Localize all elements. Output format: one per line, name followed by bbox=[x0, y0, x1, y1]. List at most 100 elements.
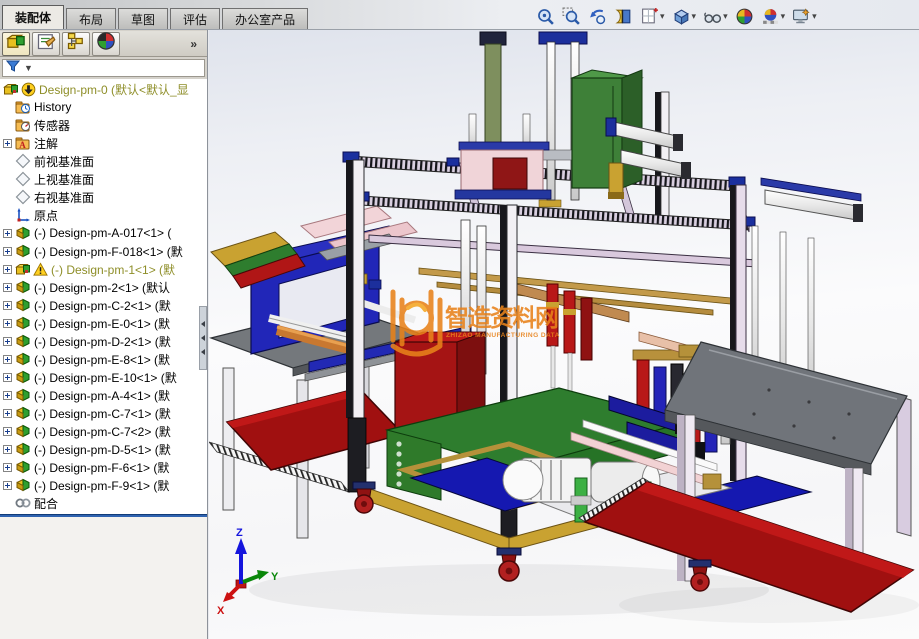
assembly-icon bbox=[3, 81, 19, 97]
tree-item-label: (-) Design-pm-E-10<1> (默 bbox=[34, 369, 177, 386]
tab-assembly[interactable]: 装配体 bbox=[2, 5, 64, 29]
expand-toggle[interactable] bbox=[3, 445, 12, 454]
propertymanager-icon bbox=[36, 31, 56, 56]
tree-row[interactable]: 前视基准面 bbox=[0, 152, 207, 170]
tree-row[interactable]: 右视基准面 bbox=[0, 188, 207, 206]
previous-view-icon bbox=[588, 7, 607, 26]
view-orientation-button[interactable]: ▾ bbox=[638, 5, 667, 27]
watermark-title: 智造资料网 bbox=[445, 304, 558, 332]
left-floor-panel bbox=[209, 388, 403, 492]
tree-row[interactable]: Design-pm-0 (默认<默认_显 bbox=[0, 80, 207, 98]
panel-tab-overflow-chevron[interactable]: » bbox=[190, 37, 197, 51]
expand-toggle[interactable] bbox=[3, 355, 12, 364]
part-icon bbox=[15, 351, 31, 367]
expand-toggle[interactable] bbox=[3, 373, 12, 382]
triad-x-label: X bbox=[217, 605, 225, 617]
expand-toggle[interactable] bbox=[3, 265, 12, 274]
panel-tab-configurationmanager[interactable] bbox=[62, 32, 90, 56]
part-icon bbox=[15, 459, 31, 475]
tree-item-label: (-) Design-pm-C-7<2> (默 bbox=[34, 423, 171, 440]
filter-caret-icon[interactable]: ▼ bbox=[24, 63, 33, 73]
tree-row[interactable]: (-) Design-pm-C-7<2> (默 bbox=[0, 422, 207, 440]
tree-item-label: Design-pm-0 (默认<默认_显 bbox=[39, 81, 189, 98]
tree-row[interactable]: (-) Design-pm-E-0<1> (默 bbox=[0, 314, 207, 332]
tree-row[interactable]: (-) Design-pm-C-7<1> (默 bbox=[0, 404, 207, 422]
tree-row[interactable]: (-) Design-pm-E-10<1> (默 bbox=[0, 368, 207, 386]
panel-lower-area bbox=[0, 517, 207, 639]
display-style-dropdown-caret[interactable]: ▾ bbox=[692, 11, 697, 22]
expand-toggle[interactable] bbox=[3, 481, 12, 490]
part-icon bbox=[15, 423, 31, 439]
view-settings-dropdown-caret[interactable]: ▾ bbox=[812, 11, 817, 22]
expand-toggle[interactable] bbox=[3, 247, 12, 256]
tab-office-products[interactable]: 办公室产品 bbox=[222, 8, 308, 29]
tree-row[interactable]: (-) Design-pm-D-2<1> (默 bbox=[0, 332, 207, 350]
tree-row[interactable]: (-) Design-pm-F-9<1> (默 bbox=[0, 476, 207, 494]
featuremanager-panel: » ▼ Design-pm-0 (默认<默认_显History传感器A注解前视基… bbox=[0, 30, 208, 639]
tree-item-label: (-) Design-pm-F-018<1> (默 bbox=[34, 243, 183, 260]
graphics-viewport[interactable]: 智造资料网 ZHIZAO MANUFACTURING DATA Z Y X bbox=[209, 30, 919, 639]
tab-sketch[interactable]: 草图 bbox=[118, 8, 168, 29]
tree-row[interactable]: History bbox=[0, 98, 207, 116]
tree-item-label: (-) Design-pm-C-7<1> (默 bbox=[34, 405, 171, 422]
part-icon bbox=[15, 315, 31, 331]
tree-row[interactable]: (-) Design-pm-A-017<1> ( bbox=[0, 224, 207, 242]
tab-evaluate[interactable]: 评估 bbox=[170, 8, 220, 29]
heads-up-view-toolbar: ▾ ▾ ▾ ▾ ▾ bbox=[534, 4, 819, 28]
tree-filter-field[interactable]: ▼ bbox=[2, 59, 205, 77]
tree-row[interactable]: (-) Design-pm-D-5<1> (默 bbox=[0, 440, 207, 458]
expand-toggle[interactable] bbox=[3, 391, 12, 400]
display-style-button[interactable]: ▾ bbox=[670, 5, 699, 27]
panel-tab-appearances-manager[interactable] bbox=[92, 32, 120, 56]
panel-tab-featuremanager-tree[interactable] bbox=[2, 32, 30, 56]
sensors-icon bbox=[15, 117, 31, 133]
watermark-subtitle: ZHIZAO MANUFACTURING DATA bbox=[446, 332, 560, 339]
tree-row[interactable]: (-) Design-pm-F-6<1> (默 bbox=[0, 458, 207, 476]
tree-item-label: (-) Design-pm-E-0<1> (默 bbox=[34, 315, 170, 332]
view-orientation-dropdown-caret[interactable]: ▾ bbox=[660, 11, 665, 22]
expand-toggle[interactable] bbox=[3, 301, 12, 310]
tree-row[interactable]: (-) Design-pm-A-4<1> (默 bbox=[0, 386, 207, 404]
tree-row[interactable]: 传感器 bbox=[0, 116, 207, 134]
hide-show-items-icon bbox=[703, 7, 722, 26]
display-style-icon bbox=[672, 7, 691, 26]
expand-toggle[interactable] bbox=[3, 139, 12, 148]
part-icon bbox=[15, 225, 31, 241]
view-settings-button[interactable]: ▾ bbox=[790, 5, 819, 27]
previous-view-button[interactable] bbox=[586, 5, 609, 27]
tree-row[interactable]: 上视基准面 bbox=[0, 170, 207, 188]
tree-item-label: 原点 bbox=[34, 207, 58, 224]
hide-show-items-dropdown-caret[interactable]: ▾ bbox=[723, 11, 728, 22]
tree-item-label: (-) Design-pm-F-6<1> (默 bbox=[34, 459, 169, 476]
tree-row[interactable]: 原点 bbox=[0, 206, 207, 224]
panel-tab-propertymanager[interactable] bbox=[32, 32, 60, 56]
expand-toggle[interactable] bbox=[3, 409, 12, 418]
expand-toggle[interactable] bbox=[3, 337, 12, 346]
section-view-button[interactable] bbox=[612, 5, 635, 27]
panel-collapse-handle[interactable] bbox=[199, 306, 207, 370]
tree-item-label: (-) Design-pm-A-4<1> (默 bbox=[34, 387, 170, 404]
plane-icon bbox=[15, 189, 31, 205]
tab-layout[interactable]: 布局 bbox=[66, 8, 116, 29]
expand-toggle[interactable] bbox=[3, 427, 12, 436]
edit-appearance-button[interactable] bbox=[733, 5, 756, 27]
tree-item-label: 上视基准面 bbox=[34, 171, 94, 188]
zoom-to-area-icon bbox=[562, 7, 581, 26]
apply-scene-button[interactable]: ▾ bbox=[759, 5, 788, 27]
tree-row[interactable]: (-) Design-pm-E-8<1> (默 bbox=[0, 350, 207, 368]
tree-row[interactable]: (-) Design-pm-F-018<1> (默 bbox=[0, 242, 207, 260]
hide-show-items-button[interactable]: ▾ bbox=[701, 5, 730, 27]
apply-scene-dropdown-caret[interactable]: ▾ bbox=[781, 11, 786, 22]
tree-row[interactable]: (-) Design-pm-2<1> (默认 bbox=[0, 278, 207, 296]
expand-toggle[interactable] bbox=[3, 319, 12, 328]
tree-row[interactable]: (-) Design-pm-1<1> (默 bbox=[0, 260, 207, 278]
expand-toggle[interactable] bbox=[3, 283, 12, 292]
zoom-to-fit-button[interactable] bbox=[534, 5, 557, 27]
expand-toggle[interactable] bbox=[3, 463, 12, 472]
tree-row[interactable]: (-) Design-pm-C-2<1> (默 bbox=[0, 296, 207, 314]
filter-funnel-icon[interactable] bbox=[6, 59, 20, 78]
tree-row[interactable]: 配合 bbox=[0, 494, 207, 512]
expand-toggle[interactable] bbox=[3, 229, 12, 238]
tree-row[interactable]: A注解 bbox=[0, 134, 207, 152]
zoom-to-area-button[interactable] bbox=[560, 5, 583, 27]
